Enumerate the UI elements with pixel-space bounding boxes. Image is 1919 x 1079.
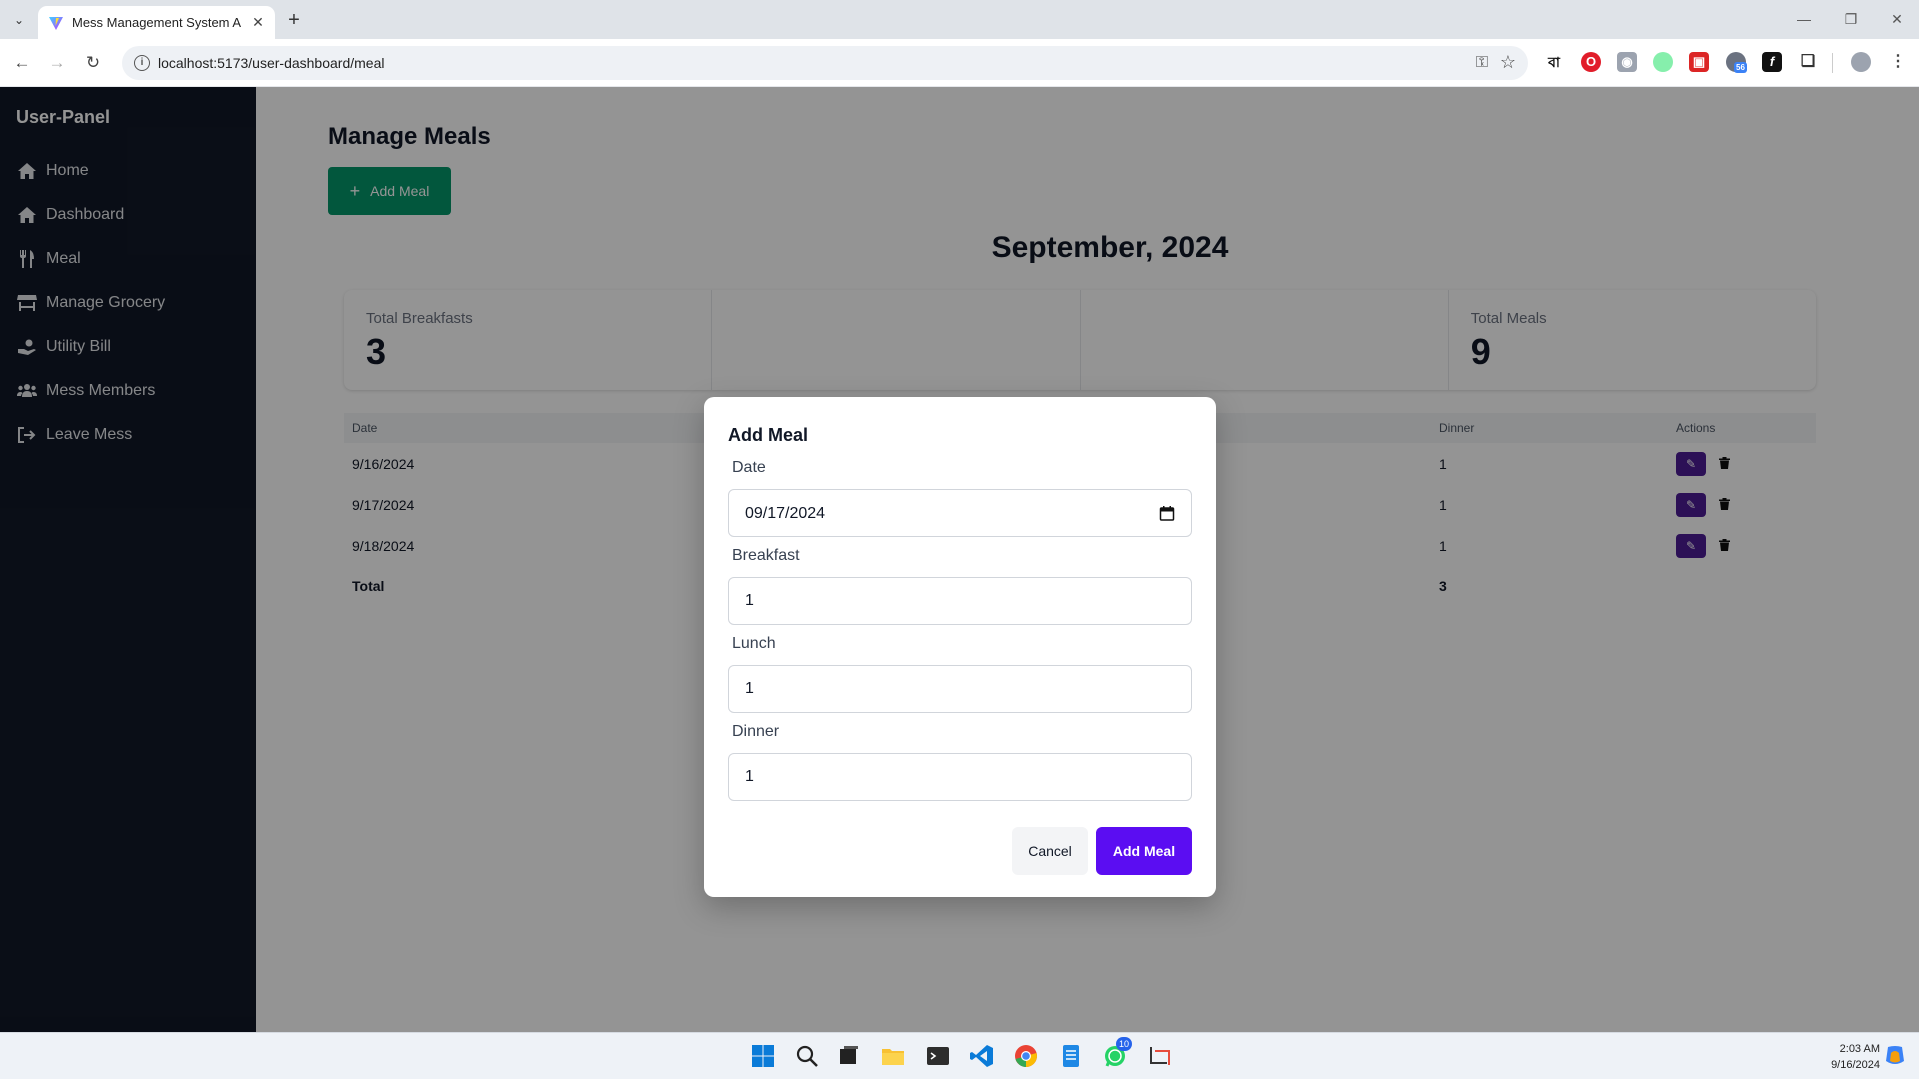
submit-add-meal-button[interactable]: Add Meal — [1096, 827, 1192, 875]
password-key-icon[interactable]: ⚿ — [1476, 54, 1488, 72]
breakfast-input[interactable] — [728, 577, 1192, 625]
chrome-icon[interactable] — [1013, 1043, 1039, 1069]
url-text[interactable]: localhost:5173/user-dashboard/meal — [158, 55, 384, 71]
extension-badge: 56 — [1734, 62, 1747, 73]
cancel-button[interactable]: Cancel — [1012, 827, 1088, 875]
task-view-icon[interactable] — [836, 1043, 862, 1069]
tab-title: Mess Management System Arm — [72, 15, 242, 30]
breakfast-label: Breakfast — [732, 547, 800, 564]
file-explorer-icon[interactable] — [880, 1043, 906, 1069]
date-value[interactable]: 09/17/2024 — [745, 505, 825, 523]
vite-favicon-icon — [49, 17, 63, 30]
tab-search-chevron-icon[interactable]: ⌄ — [8, 9, 30, 31]
windows-start-icon[interactable] — [750, 1043, 776, 1069]
forward-arrow-icon[interactable]: → — [45, 51, 69, 75]
font-extension-icon[interactable]: f — [1762, 52, 1782, 72]
browser-tab[interactable]: Mess Management System Arm ✕ — [38, 6, 275, 39]
copilot-icon[interactable] — [1882, 1043, 1908, 1069]
close-window-button[interactable]: ✕ — [1882, 6, 1912, 32]
modal-title: Add Meal — [728, 425, 809, 445]
search-icon[interactable] — [794, 1043, 820, 1069]
windows-taskbar: 10 2:03 AM 9/16/2024 — [0, 1032, 1919, 1079]
whatsapp-badge: 10 — [1116, 1037, 1132, 1051]
date-field[interactable]: 09/17/2024 — [728, 489, 1192, 537]
terminal-icon[interactable] — [925, 1043, 951, 1069]
new-tab-button[interactable]: + — [283, 9, 305, 31]
reload-icon[interactable]: ↻ — [81, 51, 105, 75]
tab-close-icon[interactable]: ✕ — [249, 13, 267, 31]
browser-toolbar: ← → ↻ i localhost:5173/user-dashboard/me… — [0, 39, 1919, 87]
browser-tab-bar: ⌄ Mess Management System Arm ✕ + — ❐ ✕ — [0, 0, 1919, 39]
system-clock[interactable]: 2:03 AM 9/16/2024 — [1790, 1041, 1880, 1073]
modal-backdrop[interactable]: Add Meal Date 09/17/2024 Breakfast Lunch… — [0, 87, 1919, 1032]
calendar-icon[interactable] — [1159, 505, 1175, 521]
opera-extension-icon[interactable]: O — [1581, 52, 1601, 72]
add-meal-modal: Add Meal Date 09/17/2024 Breakfast Lunch… — [704, 397, 1216, 897]
dinner-label: Dinner — [732, 723, 780, 740]
dinner-input[interactable] — [728, 753, 1192, 801]
camera-extension-icon[interactable]: ◉ — [1617, 52, 1637, 72]
color-extension-icon[interactable] — [1653, 52, 1673, 72]
address-bar[interactable]: i localhost:5173/user-dashboard/meal ⚿ ☆ — [122, 46, 1528, 80]
clock-date: 9/16/2024 — [1831, 1059, 1880, 1071]
profile-avatar[interactable] — [1851, 52, 1871, 72]
site-info-icon[interactable]: i — [134, 55, 150, 71]
lunch-input[interactable] — [728, 665, 1192, 713]
bookmark-star-icon[interactable]: ☆ — [1500, 52, 1516, 73]
restore-button[interactable]: ❐ — [1836, 6, 1866, 32]
bangla-extension-icon[interactable]: বা — [1544, 52, 1564, 72]
snipping-tool-icon[interactable] — [1147, 1043, 1173, 1069]
pdf-extension-icon[interactable]: ▣ — [1689, 52, 1709, 72]
back-arrow-icon[interactable]: ← — [10, 51, 34, 75]
date-label: Date — [732, 459, 766, 476]
minimize-button[interactable]: — — [1789, 6, 1819, 32]
browser-menu-icon[interactable]: ⋮ — [1888, 52, 1908, 72]
lunch-label: Lunch — [732, 635, 776, 652]
github-extension-icon[interactable]: 56 — [1726, 52, 1747, 73]
clock-time: 2:03 AM — [1839, 1043, 1880, 1055]
vscode-icon[interactable] — [969, 1043, 995, 1069]
toolbar-divider — [1832, 53, 1833, 73]
notepad-icon[interactable] — [1058, 1043, 1084, 1069]
extensions-puzzle-icon[interactable]: ❏ — [1798, 52, 1818, 72]
